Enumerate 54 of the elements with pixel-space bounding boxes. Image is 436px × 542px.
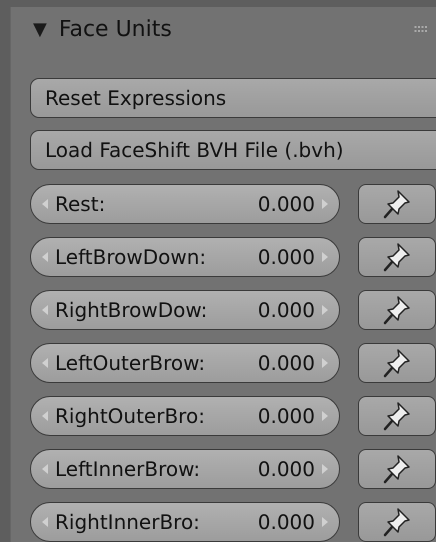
number-field[interactable]: LeftOuterBrow: 0.000 [30,343,340,384]
decrement-arrow-icon[interactable] [41,251,49,264]
action-button[interactable]: Load FaceShift BVH File (.bvh) [30,130,436,170]
field-label: LeftBrowDown: [55,245,208,270]
increment-arrow-icon[interactable] [321,304,329,316]
increment-arrow-icon[interactable] [321,516,329,528]
increment-arrow-icon[interactable] [321,198,329,210]
pin-button[interactable] [358,184,436,224]
field-label: RightOuterBro: [55,404,206,428]
pin-icon [383,189,411,220]
pin-icon [383,454,411,484]
field-label: RightInnerBro: [55,510,201,534]
pin-button[interactable] [358,449,436,490]
decrement-arrow-icon[interactable] [41,198,49,210]
field-value: 0.000 [258,245,315,270]
pin-button[interactable] [358,396,436,436]
pin-button[interactable] [358,290,436,330]
pin-icon [383,242,411,272]
number-field[interactable]: RightInnerBro: 0.000 [30,502,340,542]
number-field[interactable]: RightOuterBro: 0.000 [30,396,340,436]
action-button[interactable]: Reset Expressions [30,78,436,118]
decrement-arrow-icon[interactable] [41,357,49,370]
number-field[interactable]: RightBrowDow: 0.000 [30,290,340,330]
field-label: Rest: [55,192,106,216]
decrement-arrow-icon[interactable] [41,463,49,476]
pin-button[interactable] [358,237,436,278]
pin-icon [383,507,411,538]
decrement-arrow-icon[interactable] [41,304,49,316]
drag-handle-icon[interactable] [414,25,428,34]
decrement-arrow-icon[interactable] [41,516,49,528]
number-field[interactable]: LeftInnerBrow: 0.000 [30,449,340,490]
field-value: 0.000 [258,298,315,322]
pin-icon [383,348,411,378]
field-value: 0.000 [258,404,315,428]
collapse-toggle[interactable]: ▼ [33,18,47,40]
increment-arrow-icon[interactable] [321,463,329,476]
field-label: LeftInnerBrow: [55,457,202,482]
field-value: 0.000 [258,192,315,216]
field-label: RightBrowDow: [55,298,208,322]
increment-arrow-icon[interactable] [321,410,329,422]
panel-title: Face Units [58,16,173,42]
pin-button[interactable] [358,502,436,542]
field-value: 0.000 [258,351,315,376]
pin-icon [383,295,411,326]
field-value: 0.000 [258,510,315,534]
pin-button[interactable] [358,343,436,384]
increment-arrow-icon[interactable] [321,357,329,370]
pin-icon [383,401,411,432]
number-field[interactable]: Rest: 0.000 [30,184,340,224]
increment-arrow-icon[interactable] [321,251,329,264]
number-field[interactable]: LeftBrowDown: 0.000 [30,237,340,278]
field-value: 0.000 [258,457,315,482]
field-label: LeftOuterBrow: [55,351,206,376]
decrement-arrow-icon[interactable] [41,410,49,422]
